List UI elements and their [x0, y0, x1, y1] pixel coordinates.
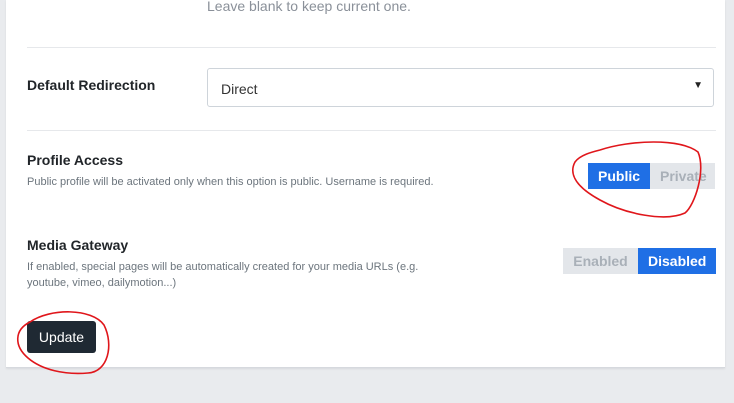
- profile-access-private-button[interactable]: Private: [650, 163, 715, 189]
- profile-access-label: Profile Access: [27, 152, 123, 168]
- default-redirection-value: Direct: [221, 81, 258, 97]
- media-gateway-help-line2: youtube, vimeo, dailymotion...): [27, 277, 177, 289]
- profile-access-toggle: Public Private: [588, 163, 715, 189]
- divider: [27, 130, 716, 131]
- media-gateway-toggle: Enabled Disabled: [563, 248, 716, 274]
- default-redirection-label: Default Redirection: [27, 77, 156, 93]
- update-button[interactable]: Update: [27, 321, 96, 353]
- chevron-down-icon: ▼: [693, 80, 703, 91]
- media-gateway-label: Media Gateway: [27, 237, 129, 253]
- profile-access-help: Public profile will be activated only wh…: [27, 176, 434, 188]
- divider: [27, 47, 716, 48]
- settings-card: Leave blank to keep current one. Default…: [6, 0, 725, 368]
- media-gateway-disabled-button[interactable]: Disabled: [638, 248, 716, 274]
- media-gateway-help-line1: If enabled, special pages will be automa…: [27, 261, 419, 273]
- default-redirection-select[interactable]: Direct ▼: [207, 68, 714, 107]
- media-gateway-enabled-button[interactable]: Enabled: [563, 248, 638, 274]
- profile-access-public-button[interactable]: Public: [588, 163, 650, 189]
- password-hint: Leave blank to keep current one.: [207, 0, 411, 14]
